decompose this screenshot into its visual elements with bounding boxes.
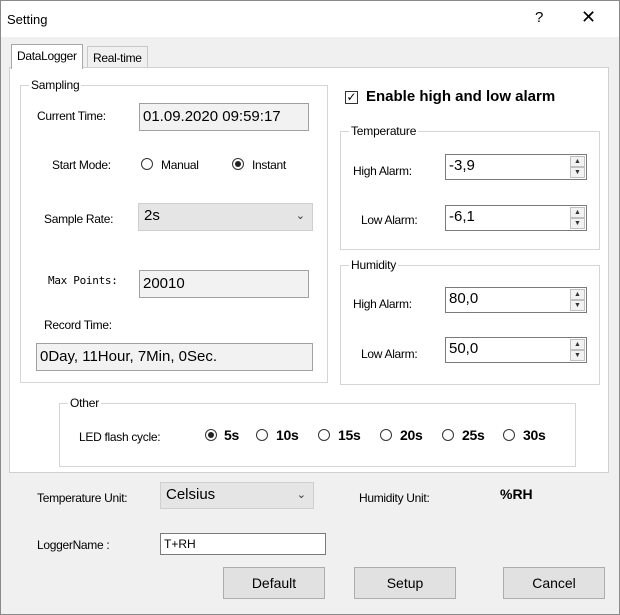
tab-datalogger[interactable]: DataLogger <box>11 44 83 69</box>
start-mode-manual-radio[interactable] <box>141 158 153 170</box>
temp-low-alarm-spinner[interactable]: -6,1 ▲ ▼ <box>445 205 587 231</box>
close-icon[interactable]: ✕ <box>581 7 596 28</box>
led-20s-radio[interactable] <box>380 429 392 441</box>
tab-label: Real-time <box>93 51 142 65</box>
hum-high-alarm-value: 80,0 <box>449 290 479 307</box>
led-10s-label: 10s <box>276 427 299 443</box>
humidity-unit-value: %RH <box>500 486 533 502</box>
settings-window: Setting ? ✕ DataLogger Real-time Samplin… <box>0 0 620 615</box>
sampling-legend: Sampling <box>29 78 82 92</box>
spin-up-icon[interactable]: ▲ <box>570 207 585 218</box>
led-20s-label: 20s <box>400 427 423 443</box>
hum-low-alarm-label: Low Alarm: <box>361 347 418 361</box>
spinner-buttons: ▲ ▼ <box>570 339 585 361</box>
setup-button[interactable]: Setup <box>354 567 456 599</box>
humidity-legend: Humidity <box>349 258 399 272</box>
temperature-unit-value: Celsius <box>166 486 216 503</box>
temp-low-alarm-value: -6,1 <box>449 208 475 225</box>
sample-rate-select[interactable]: 2s ⌄ <box>138 203 313 231</box>
max-points-label: Max Points: <box>48 274 118 287</box>
chevron-down-icon: ⌄ <box>296 489 306 501</box>
led-30s-radio[interactable] <box>503 429 515 441</box>
record-time-label: Record Time: <box>44 318 112 332</box>
temp-high-alarm-value: -3,9 <box>449 157 475 174</box>
cancel-button[interactable]: Cancel <box>503 567 605 599</box>
chevron-down-icon: ⌄ <box>295 210 305 222</box>
start-mode-instant-label: Instant <box>252 158 286 172</box>
temp-high-alarm-label: High Alarm: <box>353 164 412 178</box>
other-legend: Other <box>68 396 102 410</box>
max-points-field: 20010 <box>139 270 309 298</box>
temp-low-alarm-label: Low Alarm: <box>361 213 418 227</box>
humidity-group: Humidity <box>340 258 600 385</box>
led-10s-radio[interactable] <box>256 429 268 441</box>
led-flash-cycle-label: LED flash cycle: <box>79 430 161 444</box>
humidity-unit-label: Humidity Unit: <box>359 491 430 505</box>
led-15s-label: 15s <box>338 427 361 443</box>
window-title: Setting <box>7 12 48 27</box>
record-time-field: 0Day, 11Hour, 7Min, 0Sec. <box>36 343 313 371</box>
led-5s-label: 5s <box>224 427 239 443</box>
sample-rate-value: 2s <box>144 207 160 224</box>
hum-high-alarm-spinner[interactable]: 80,0 ▲ ▼ <box>445 287 587 313</box>
temperature-group: Temperature <box>340 124 600 250</box>
led-5s-radio[interactable] <box>205 429 217 441</box>
tab-label: DataLogger <box>17 49 77 63</box>
datalogger-panel: Sampling Current Time: 01.09.2020 09:59:… <box>9 67 609 473</box>
temp-high-alarm-spinner[interactable]: -3,9 ▲ ▼ <box>445 154 587 180</box>
current-time-label: Current Time: <box>37 109 106 123</box>
spin-down-icon[interactable]: ▼ <box>570 218 585 229</box>
spin-up-icon[interactable]: ▲ <box>570 339 585 350</box>
tab-real-time[interactable]: Real-time <box>87 46 148 69</box>
logger-name-input[interactable] <box>160 533 326 555</box>
spin-down-icon[interactable]: ▼ <box>570 167 585 178</box>
spinner-buttons: ▲ ▼ <box>570 289 585 311</box>
temperature-unit-select[interactable]: Celsius ⌄ <box>160 482 314 509</box>
start-mode-manual-label: Manual <box>161 158 199 172</box>
enable-alarm-checkbox[interactable]: ✓ <box>345 91 358 104</box>
led-25s-label: 25s <box>462 427 485 443</box>
current-time-field: 01.09.2020 09:59:17 <box>139 103 309 131</box>
led-30s-label: 30s <box>523 427 546 443</box>
spin-up-icon[interactable]: ▲ <box>570 156 585 167</box>
led-15s-radio[interactable] <box>318 429 330 441</box>
enable-alarm-label: Enable high and low alarm <box>366 88 556 105</box>
spinner-buttons: ▲ ▼ <box>570 207 585 229</box>
start-mode-label: Start Mode: <box>52 158 111 172</box>
hum-high-alarm-label: High Alarm: <box>353 297 412 311</box>
title-bar: Setting ? ✕ <box>1 1 619 37</box>
hum-low-alarm-spinner[interactable]: 50,0 ▲ ▼ <box>445 337 587 363</box>
hum-low-alarm-value: 50,0 <box>449 340 479 357</box>
help-icon[interactable]: ? <box>535 9 543 26</box>
default-button[interactable]: Default <box>223 567 325 599</box>
temperature-legend: Temperature <box>349 124 419 138</box>
sample-rate-label: Sample Rate: <box>44 212 114 226</box>
start-mode-instant-radio[interactable] <box>232 158 244 170</box>
spinner-buttons: ▲ ▼ <box>570 156 585 178</box>
logger-name-label: LoggerName : <box>37 538 110 552</box>
spin-up-icon[interactable]: ▲ <box>570 289 585 300</box>
led-25s-radio[interactable] <box>442 429 454 441</box>
spin-down-icon[interactable]: ▼ <box>570 300 585 311</box>
temperature-unit-label: Temperature Unit: <box>37 491 128 505</box>
spin-down-icon[interactable]: ▼ <box>570 350 585 361</box>
